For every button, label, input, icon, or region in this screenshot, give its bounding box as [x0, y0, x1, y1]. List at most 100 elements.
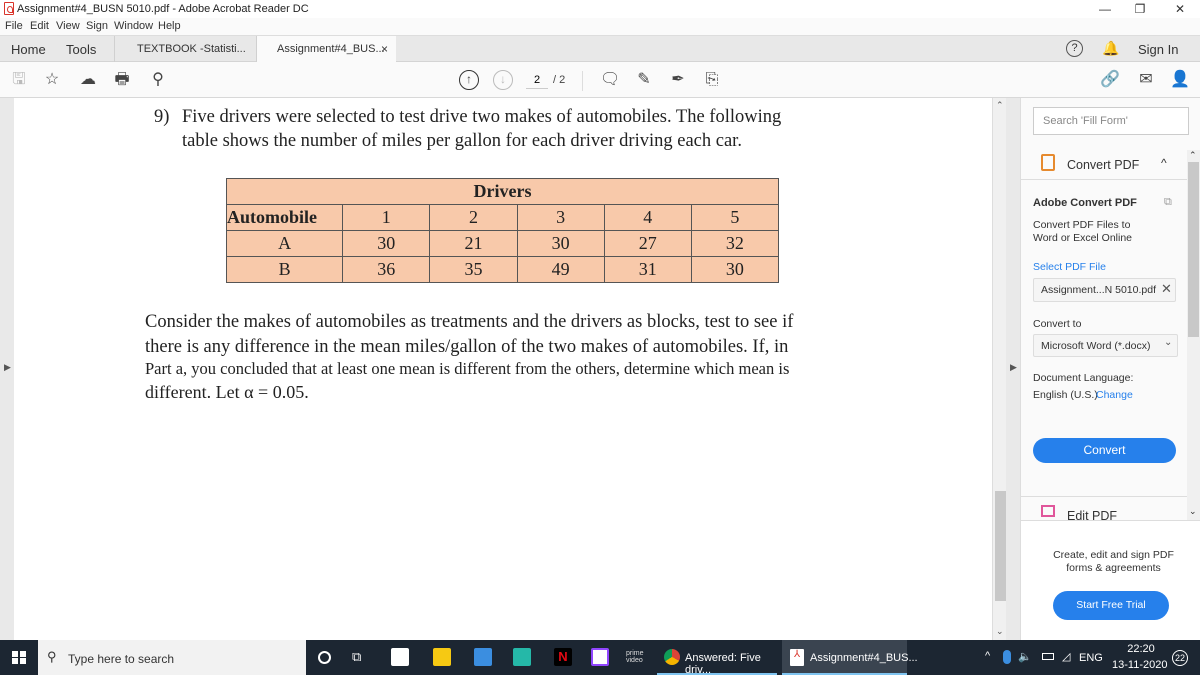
task-view-icon[interactable]: ⧉ — [352, 649, 361, 665]
start-free-trial-button[interactable]: Start Free Trial — [1053, 591, 1169, 620]
tab-home[interactable]: Home — [11, 42, 46, 57]
whatsapp-icon[interactable] — [513, 648, 531, 666]
acrobat-icon — [4, 2, 14, 15]
chrome-icon — [664, 649, 680, 665]
table-header-row: Automobile 1 2 3 4 5 — [225, 204, 780, 231]
menu-help[interactable]: Help — [158, 20, 181, 32]
highlight-icon[interactable]: ✎ — [634, 70, 654, 90]
menu-file[interactable]: File — [5, 20, 23, 32]
add-user-icon[interactable]: 👤 — [1170, 70, 1190, 90]
table-cell: 21 — [429, 230, 518, 257]
remove-file-icon[interactable]: ✕ — [1161, 281, 1172, 297]
driver-col-header: 5 — [690, 204, 780, 231]
drivers-header: Drivers — [226, 178, 779, 205]
prime-video-icon[interactable]: prime video — [626, 650, 644, 664]
convert-pdf-icon — [1041, 154, 1055, 171]
toolbar: 🖫 ☆ ☁ 🖶 ⚲ ↑ ↓ 2 / 2 🗨 ✎ ✒ ⎘ 🔗 ✉ 👤 — [0, 62, 1200, 98]
cortana-icon[interactable] — [318, 651, 331, 664]
promo-box: Create, edit and sign PDF forms & agreem… — [1021, 520, 1200, 640]
convert-description: Convert PDF Files to Word or Excel Onlin… — [1033, 219, 1133, 244]
collapse-chevron-icon[interactable]: ^ — [1161, 156, 1167, 170]
driver-col-header: 3 — [516, 204, 605, 231]
bell-icon[interactable]: 🔔 — [1102, 40, 1119, 57]
bluetooth-icon[interactable] — [1003, 650, 1011, 664]
show-hidden-icons[interactable]: ^ — [985, 650, 990, 662]
twitch-icon[interactable] — [591, 648, 609, 666]
share-link-icon[interactable]: 🔗 — [1100, 70, 1120, 90]
taskbar-search-box[interactable]: ⚲ Type here to search — [38, 640, 306, 675]
fill-form-search-input[interactable]: Search 'Fill Form' — [1033, 107, 1189, 135]
table-cell: 35 — [429, 256, 518, 283]
row-label: B — [225, 256, 344, 283]
wifi-icon[interactable]: ◿ — [1062, 650, 1070, 663]
menu-edit[interactable]: Edit — [30, 20, 49, 32]
menu-view[interactable]: View — [56, 20, 80, 32]
edit-pdf-tool[interactable]: Edit PDF — [1021, 496, 1188, 520]
taskbar-app-label: Answered: Five driv... — [685, 652, 761, 676]
upload-cloud-icon[interactable]: ☁ — [78, 70, 98, 90]
close-button[interactable]: ✕ — [1165, 0, 1195, 18]
table-cell: 30 — [690, 256, 780, 283]
panel-scroll-up-icon[interactable]: ⌃ — [1189, 150, 1197, 161]
minimize-button[interactable]: — — [1090, 0, 1120, 18]
tab-label: Assignment#4_BUS... — [277, 43, 385, 55]
search-icon[interactable]: ⚲ — [148, 70, 168, 90]
export-edit-icon[interactable]: ⎘ — [702, 70, 722, 90]
print-icon[interactable]: 🖶 — [112, 70, 132, 90]
document-scrollbar[interactable]: ⌃ ⌄ — [992, 98, 1006, 640]
clock-time[interactable]: 22:20 — [1121, 643, 1161, 655]
comment-icon[interactable]: 🗨 — [600, 70, 620, 90]
table-cell: 31 — [603, 256, 692, 283]
taskbar-chrome-app[interactable]: Answered: Five driv... — [657, 640, 777, 676]
microsoft-store-icon[interactable] — [391, 648, 409, 666]
select-pdf-link[interactable]: Select PDF File — [1033, 261, 1106, 273]
expand-left-icon[interactable]: ▶ — [4, 362, 11, 373]
notifications-badge[interactable]: 22 — [1172, 650, 1188, 666]
clock-date[interactable]: 13-11-2020 — [1112, 659, 1167, 671]
scroll-thumb[interactable] — [995, 491, 1006, 601]
table-cell: 36 — [342, 256, 431, 283]
windows-start-icon[interactable] — [12, 651, 26, 664]
adobe-convert-heading: Adobe Convert PDF — [1033, 197, 1137, 209]
page-down-icon[interactable]: ↓ — [493, 70, 513, 90]
change-language-link[interactable]: Change — [1096, 389, 1133, 401]
tab-assignment[interactable]: Assignment#4_BUS... × — [256, 36, 396, 62]
taskbar-acrobat-app[interactable]: ⅄ Assignment#4_BUS... — [782, 640, 918, 675]
table-row: A 30 21 30 27 32 — [225, 230, 780, 257]
acrobat-taskbar-icon: ⅄ — [790, 649, 804, 666]
taskbar-app-label: Assignment#4_BUS... — [810, 652, 918, 664]
collapse-panel-icon[interactable]: ▶ — [1010, 362, 1017, 373]
page-number-input[interactable]: 2 — [526, 71, 548, 89]
page-up-icon[interactable]: ↑ — [459, 70, 479, 90]
convert-button[interactable]: Convert — [1033, 438, 1176, 463]
question-number: 9) — [154, 107, 170, 127]
shareit-icon[interactable] — [474, 648, 492, 666]
menu-sign[interactable]: Sign — [86, 20, 108, 32]
email-icon[interactable]: ✉ — [1136, 70, 1156, 90]
help-icon[interactable]: ? — [1066, 40, 1083, 57]
sign-pen-icon[interactable]: ✒ — [668, 70, 688, 90]
battery-icon[interactable] — [1042, 653, 1054, 660]
scroll-down-icon[interactable]: ⌄ — [996, 626, 1004, 637]
menu-window[interactable]: Window — [114, 20, 153, 32]
panel-scrollbar[interactable]: ⌃ ⌄ — [1187, 150, 1200, 520]
table-cell: 49 — [516, 256, 605, 283]
sticky-notes-icon[interactable] — [433, 648, 451, 666]
tab-close-icon[interactable]: × — [381, 36, 388, 62]
restore-button[interactable]: ❐ — [1125, 0, 1155, 18]
panel-scroll-thumb[interactable] — [1188, 162, 1199, 337]
edit-pdf-label: Edit PDF — [1067, 509, 1118, 520]
driver-col-header: 2 — [429, 204, 518, 231]
convert-pdf-section-header[interactable]: Convert PDF ^ — [1021, 150, 1188, 180]
save-icon[interactable]: 🖫 — [9, 70, 29, 90]
tab-tools[interactable]: Tools — [66, 42, 96, 57]
language-indicator[interactable]: ENG — [1079, 652, 1103, 664]
convert-to-select[interactable]: Microsoft Word (*.docx) ⌄ — [1033, 334, 1178, 357]
volume-icon[interactable]: 🔈 — [1018, 650, 1032, 663]
panel-scroll-down-icon[interactable]: ⌄ — [1189, 506, 1197, 517]
sign-in-button[interactable]: Sign In — [1138, 42, 1178, 57]
star-icon[interactable]: ☆ — [42, 70, 62, 90]
scroll-up-icon[interactable]: ⌃ — [996, 100, 1004, 111]
tab-textbook[interactable]: TEXTBOOK -Statisti... — [114, 36, 256, 62]
netflix-icon[interactable]: N — [554, 648, 572, 666]
